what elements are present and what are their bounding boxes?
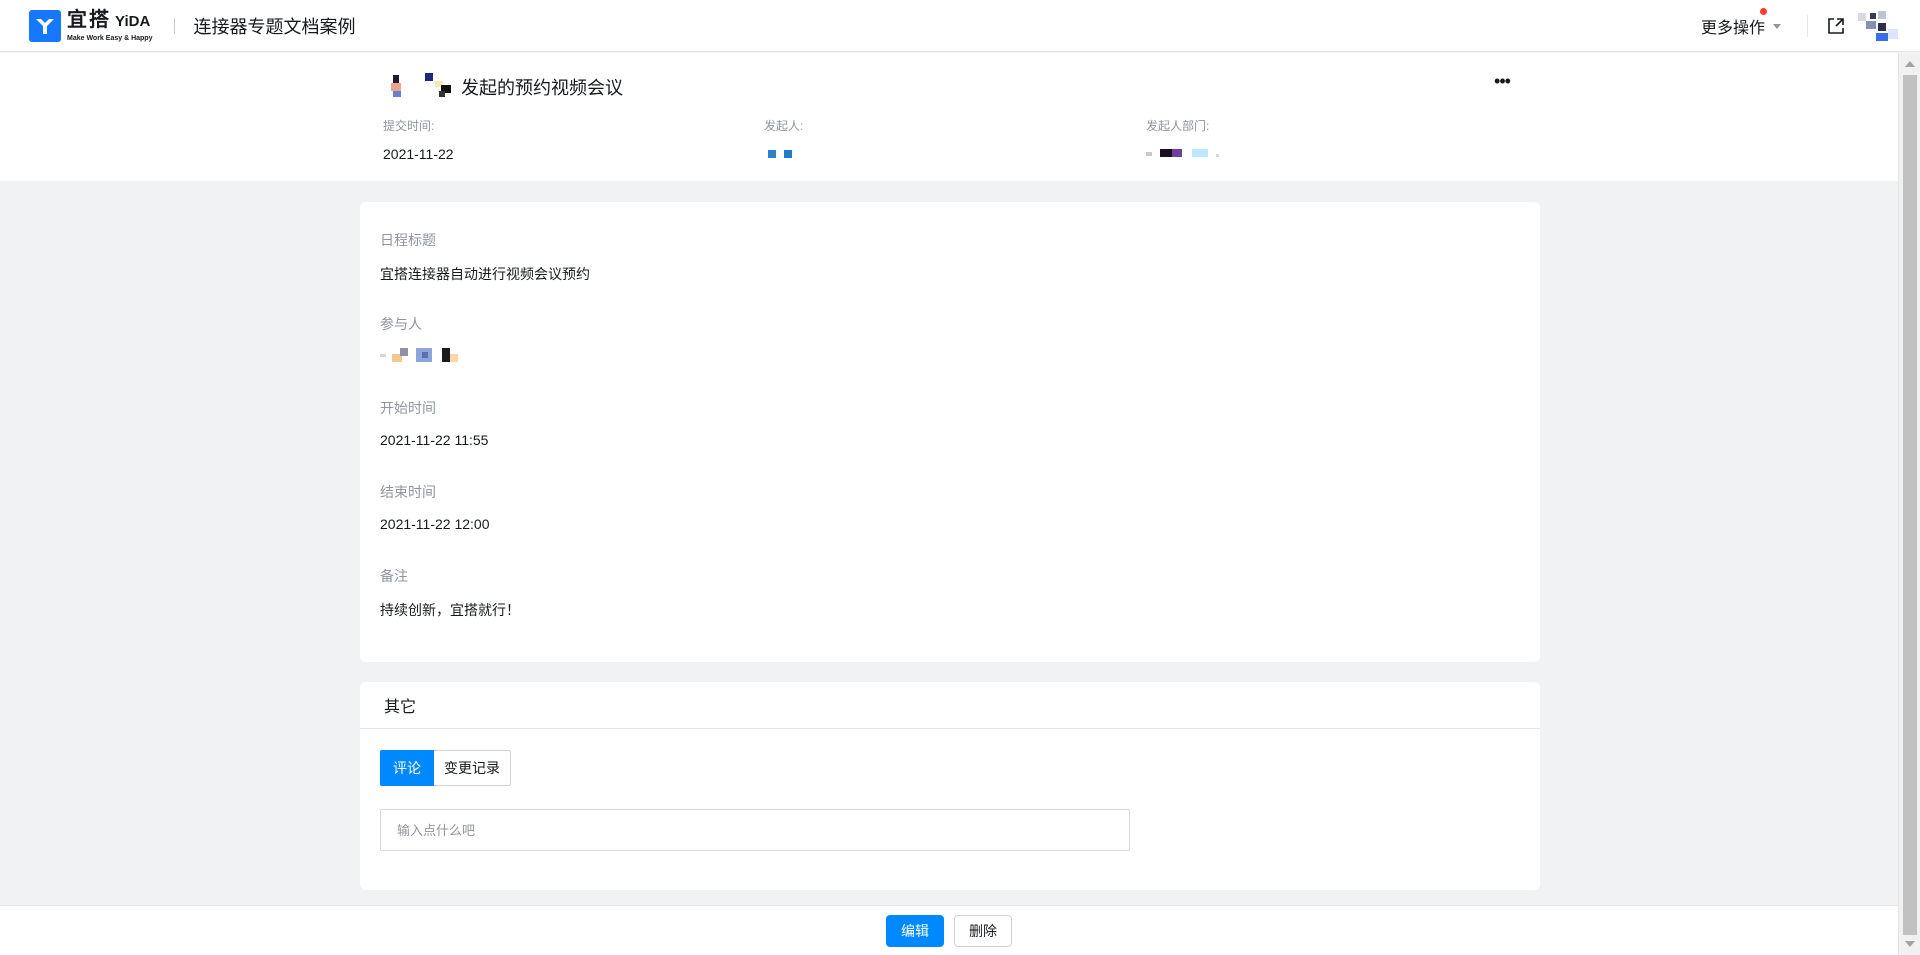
field-value: 2021-11-22 12:00 [380, 516, 490, 532]
field-label: 参与人 [380, 316, 422, 332]
notification-dot [1760, 8, 1767, 15]
other-card: 其它 评论 变更记录 [360, 682, 1540, 890]
top-nav: 宜搭 YiDA Make Work Easy & Happy 连接器专题文档案例 … [0, 0, 1920, 52]
more-operations-label: 更多操作 [1700, 20, 1765, 37]
logo-cn-text: 宜搭 [67, 8, 111, 31]
footer-actions: 编辑 删除 [0, 905, 1898, 955]
field-label: 结束时间 [380, 484, 436, 500]
scroll-thumb[interactable] [1903, 75, 1917, 935]
tab-comments[interactable]: 评论 [380, 750, 434, 786]
comment-tabs: 评论 变更记录 [380, 750, 511, 786]
app-title[interactable]: 连接器专题文档案例 [193, 13, 355, 39]
scroll-up-icon[interactable] [1905, 61, 1915, 67]
record-header: 发起的预约视频会议 ••• 提交时间: 2021-11-22 发起人: 发起人部… [0, 53, 1898, 181]
submit-time-value: 2021-11-22 [383, 146, 454, 162]
field-value: 2021-11-22 11:55 [380, 432, 489, 448]
department-value [1146, 146, 1219, 164]
department-meta: 发起人部门: [1146, 117, 1219, 164]
logo-tagline: Make Work Easy & Happy [67, 34, 153, 42]
scroll-down-icon[interactable] [1905, 941, 1915, 947]
yida-logo-icon [29, 9, 61, 42]
page-title: 发起的预约视频会议 [461, 78, 623, 98]
initiator-meta: 发起人: [764, 117, 803, 164]
field-schedule-title: 日程标题 宜搭连接器自动进行视频会议预约 [380, 230, 590, 282]
field-end-time: 结束时间 2021-11-22 12:00 [380, 482, 490, 534]
logo-en-text: YiDA [115, 12, 151, 30]
department-label: 发起人部门: [1146, 119, 1210, 133]
field-remark: 备注 持续创新，宜搭就行！ [380, 566, 520, 618]
detail-card: 日程标题 宜搭连接器自动进行视频会议预约 参与人 开始时间 2021-11-22… [360, 202, 1540, 662]
nav-separator [1807, 15, 1808, 37]
initiator-avatar [383, 73, 459, 101]
ellipsis-icon[interactable]: ••• [1488, 67, 1516, 95]
submit-time-meta: 提交时间: 2021-11-22 [383, 117, 454, 164]
nav-divider [174, 17, 176, 34]
other-heading: 其它 [360, 682, 1540, 729]
more-operations-button[interactable]: 更多操作 [1700, 8, 1781, 38]
field-participants: 参与人 [380, 314, 470, 366]
edit-button[interactable]: 编辑 [886, 914, 944, 947]
initiator-label: 发起人: [764, 119, 804, 133]
page-scrollbar[interactable] [1898, 53, 1920, 955]
field-label: 日程标题 [380, 232, 436, 248]
delete-button[interactable]: 删除 [954, 914, 1012, 947]
initiator-value [764, 146, 803, 164]
field-value: 宜搭连接器自动进行视频会议预约 [380, 266, 590, 282]
tab-change-log[interactable]: 变更记录 [434, 750, 511, 786]
logo[interactable]: 宜搭 YiDA Make Work Easy & Happy [29, 9, 152, 43]
submit-time-label: 提交时间: [383, 119, 435, 133]
comment-input[interactable] [380, 809, 1130, 851]
field-label: 备注 [380, 568, 408, 584]
field-label: 开始时间 [380, 400, 436, 416]
participants-avatars [380, 348, 470, 366]
external-open-icon[interactable] [1826, 16, 1846, 36]
user-avatar[interactable] [1856, 7, 1902, 45]
field-start-time: 开始时间 2021-11-22 11:55 [380, 398, 488, 450]
chevron-down-icon [1773, 23, 1781, 29]
field-value: 持续创新，宜搭就行！ [380, 602, 520, 618]
